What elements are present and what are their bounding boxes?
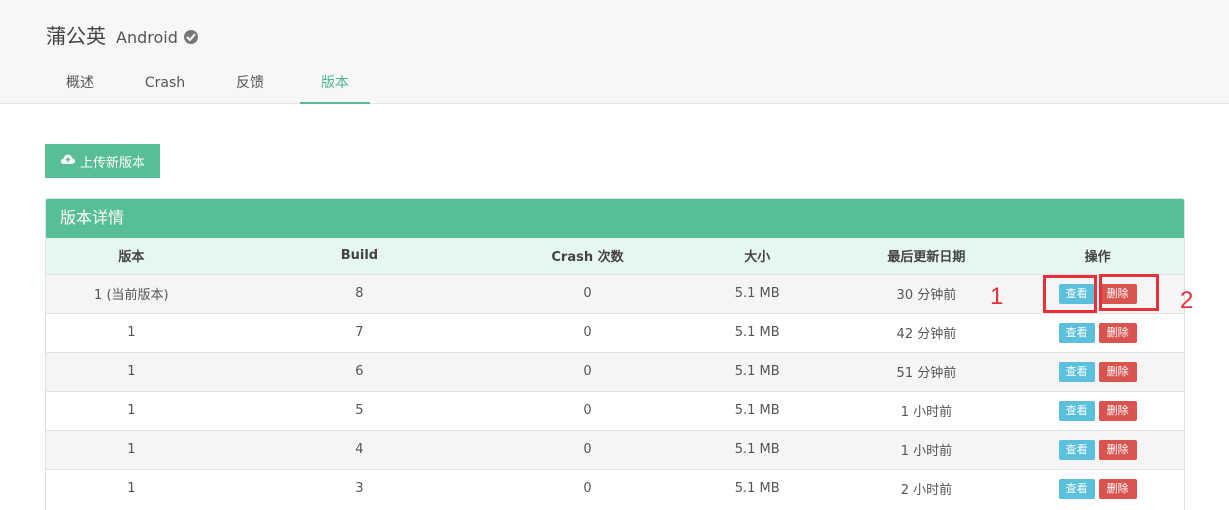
column-header-actions: 操作	[1084, 250, 1111, 266]
table-row: 1 4 0 5.1 MB 1 小时前 查看 删除	[46, 430, 1184, 469]
cell-version: 1	[127, 481, 136, 497]
tab-versions[interactable]: 版本	[300, 64, 370, 104]
cell-build: 5	[355, 403, 364, 418]
delete-button[interactable]: 删除	[1098, 400, 1137, 421]
upload-button-label: 上传新版本	[79, 155, 145, 171]
panel-title: 版本详情	[46, 199, 1184, 238]
delete-button[interactable]: 删除	[1098, 361, 1137, 382]
cell-build: 4	[355, 442, 364, 457]
app-header: 蒲公英 Android 概述 Crash 反馈 版本	[0, 0, 1229, 104]
cell-actions: 查看 删除	[1011, 352, 1184, 391]
column-header-size: 大小	[744, 250, 771, 266]
cell-updated: 1 小时前	[900, 444, 953, 459]
delete-button[interactable]: 删除	[1098, 478, 1137, 499]
versions-table: 版本 Build Crash 次数 大小 最后更新日期 操作 1 (当前版本) …	[46, 238, 1184, 508]
view-button[interactable]: 查看	[1058, 439, 1095, 460]
upload-new-version-button[interactable]: 上传新版本	[45, 144, 160, 178]
table-row: 1 6 0 5.1 MB 51 分钟前 查看 删除	[46, 352, 1184, 391]
cell-version: 1 (当前版本)	[94, 288, 169, 303]
verified-check-icon	[183, 30, 198, 44]
cell-size: 5.1 MB	[734, 481, 780, 497]
tab-feedback[interactable]: 反馈	[215, 64, 285, 104]
delete-button[interactable]: 删除	[1098, 322, 1137, 343]
cell-actions: 查看 删除	[1011, 469, 1184, 508]
cell-version: 1	[127, 403, 136, 418]
cell-build: 3	[355, 481, 364, 497]
cell-crashes: 0	[583, 364, 592, 379]
column-header-crash-count: Crash 次数	[551, 250, 624, 266]
column-header-version: 版本	[118, 250, 145, 266]
table-header-row: 版本 Build Crash 次数 大小 最后更新日期 操作	[46, 238, 1184, 274]
cell-updated: 1 小时前	[900, 405, 953, 420]
column-header-build: Build	[340, 248, 379, 264]
annotation-box-delete	[1099, 274, 1159, 311]
cell-crashes: 0	[583, 286, 592, 301]
table-row: 1 3 0 5.1 MB 2 小时前 查看 删除	[46, 469, 1184, 508]
tab-bar: 概述 Crash 反馈 版本	[45, 64, 385, 104]
cell-crashes: 0	[583, 325, 592, 340]
cell-actions: 查看 删除	[1011, 313, 1184, 352]
cell-updated: 2 小时前	[900, 483, 953, 499]
cell-actions: 查看 删除	[1011, 391, 1184, 430]
cell-size: 5.1 MB	[734, 286, 780, 301]
cell-build: 6	[355, 364, 364, 379]
cell-updated: 51 分钟前	[896, 366, 957, 381]
cell-updated: 42 分钟前	[896, 327, 957, 342]
annotation-box-view	[1043, 275, 1097, 313]
annotation-label-2: 2	[1180, 287, 1194, 314]
version-details-panel: 版本详情 版本 Build Crash 次数 大小 最后更新日期 操作 1 (当…	[45, 198, 1185, 510]
cell-crashes: 0	[583, 442, 592, 457]
cell-size: 5.1 MB	[734, 325, 780, 340]
column-header-last-updated: 最后更新日期	[887, 250, 966, 266]
app-platform: Android	[116, 28, 178, 47]
cell-version: 1	[127, 364, 136, 379]
tab-overview[interactable]: 概述	[45, 64, 115, 104]
cell-crashes: 0	[583, 403, 592, 418]
cell-size: 5.1 MB	[734, 403, 780, 418]
cell-updated: 30 分钟前	[896, 288, 957, 303]
table-row: 1 (当前版本) 8 0 5.1 MB 30 分钟前 查看 删除	[46, 274, 1184, 313]
view-button[interactable]: 查看	[1058, 322, 1095, 343]
cell-version: 1	[127, 325, 136, 340]
cell-actions: 查看 删除	[1011, 430, 1184, 469]
cell-size: 5.1 MB	[734, 442, 780, 457]
cell-build: 8	[355, 286, 364, 301]
cell-version: 1	[127, 442, 136, 457]
cloud-upload-icon	[60, 153, 76, 169]
table-row: 1 7 0 5.1 MB 42 分钟前 查看 删除	[46, 313, 1184, 352]
cell-crashes: 0	[583, 481, 592, 497]
annotation-label-1: 1	[990, 283, 1004, 310]
view-button[interactable]: 查看	[1058, 400, 1095, 421]
cell-size: 5.1 MB	[734, 364, 780, 379]
tab-crash[interactable]: Crash	[130, 64, 200, 104]
delete-button[interactable]: 删除	[1098, 439, 1137, 460]
view-button[interactable]: 查看	[1058, 361, 1095, 382]
cell-build: 7	[355, 325, 364, 340]
table-row: 1 5 0 5.1 MB 1 小时前 查看 删除	[46, 391, 1184, 430]
view-button[interactable]: 查看	[1058, 478, 1095, 499]
app-name: 蒲公英	[46, 24, 106, 48]
app-title: 蒲公英 Android	[46, 20, 198, 49]
